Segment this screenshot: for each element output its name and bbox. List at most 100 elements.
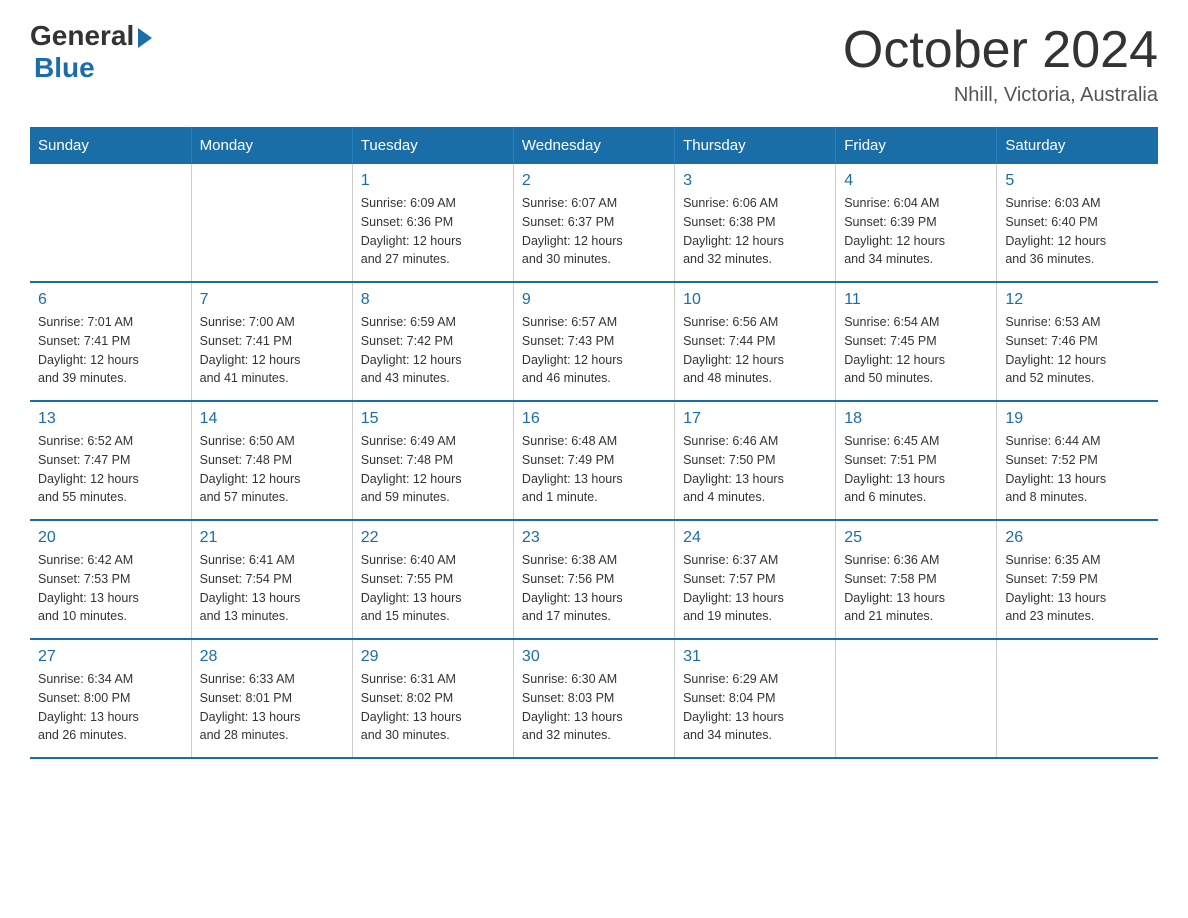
calendar-cell: 19 Sunrise: 6:44 AMSunset: 7:52 PMDayligh… — [997, 401, 1158, 520]
calendar-cell — [191, 164, 352, 282]
day-number: 29 — [361, 648, 505, 666]
calendar-week-1: 1 Sunrise: 6:09 AMSunset: 6:36 PMDaylight… — [30, 164, 1158, 282]
calendar-week-5: 27 Sunrise: 6:34 AMSunset: 8:00 PMDayligh… — [30, 639, 1158, 758]
calendar-cell: 25Sunrise: 6:36 AMSunset: 7:58 PMDayligh… — [836, 520, 997, 639]
calendar-cell: 29 Sunrise: 6:31 AMSunset: 8:02 PMDayligh… — [352, 639, 513, 758]
calendar-cell: 16 Sunrise: 6:48 AMSunset: 7:49 PMDayligh… — [513, 401, 674, 520]
page-subtitle: Nhill, Victoria, Australia — [843, 84, 1158, 107]
day-number: 11 — [844, 291, 988, 309]
day-number: 15 — [361, 410, 505, 428]
title-section: October 2024 Nhill, Victoria, Australia — [843, 20, 1158, 107]
day-info: Sunrise: 6:09 AMSunset: 6:36 PMDaylight:… — [361, 194, 505, 269]
calendar-cell: 2 Sunrise: 6:07 AMSunset: 6:37 PMDaylight… — [513, 164, 674, 282]
day-info: Sunrise: 6:06 AMSunset: 6:38 PMDaylight:… — [683, 194, 827, 269]
day-number: 21 — [200, 529, 344, 547]
day-info: Sunrise: 6:42 AMSunset: 7:53 PMDaylight:… — [38, 551, 183, 626]
day-info: Sunrise: 6:40 AMSunset: 7:55 PMDaylight:… — [361, 551, 505, 626]
logo-blue-text: Blue — [34, 52, 95, 84]
day-number: 26 — [1005, 529, 1150, 547]
logo-general-text: General — [30, 20, 134, 52]
calendar-cell: 21 Sunrise: 6:41 AMSunset: 7:54 PMDayligh… — [191, 520, 352, 639]
day-info: Sunrise: 6:52 AMSunset: 7:47 PMDaylight:… — [38, 432, 183, 507]
calendar-cell: 27 Sunrise: 6:34 AMSunset: 8:00 PMDayligh… — [30, 639, 191, 758]
day-info: Sunrise: 6:54 AMSunset: 7:45 PMDaylight:… — [844, 313, 988, 388]
day-number: 10 — [683, 291, 827, 309]
day-number: 30 — [522, 648, 666, 666]
day-number: 27 — [38, 648, 183, 666]
day-number: 5 — [1005, 172, 1150, 190]
calendar-cell — [30, 164, 191, 282]
calendar-cell: 26Sunrise: 6:35 AMSunset: 7:59 PMDayligh… — [997, 520, 1158, 639]
column-header-tuesday: Tuesday — [352, 127, 513, 164]
day-info: Sunrise: 6:37 AMSunset: 7:57 PMDaylight:… — [683, 551, 827, 626]
day-info: Sunrise: 6:48 AMSunset: 7:49 PMDaylight:… — [522, 432, 666, 507]
page-title: October 2024 — [843, 20, 1158, 80]
calendar-cell: 5 Sunrise: 6:03 AMSunset: 6:40 PMDaylight… — [997, 164, 1158, 282]
day-number: 4 — [844, 172, 988, 190]
day-number: 31 — [683, 648, 827, 666]
column-header-friday: Friday — [836, 127, 997, 164]
day-number: 20 — [38, 529, 183, 547]
day-number: 17 — [683, 410, 827, 428]
calendar-cell: 24 Sunrise: 6:37 AMSunset: 7:57 PMDayligh… — [675, 520, 836, 639]
day-number: 1 — [361, 172, 505, 190]
day-number: 12 — [1005, 291, 1150, 309]
day-info: Sunrise: 6:30 AMSunset: 8:03 PMDaylight:… — [522, 670, 666, 745]
day-info: Sunrise: 6:03 AMSunset: 6:40 PMDaylight:… — [1005, 194, 1150, 269]
column-header-monday: Monday — [191, 127, 352, 164]
day-number: 2 — [522, 172, 666, 190]
page-header: General Blue October 2024 Nhill, Victori… — [30, 20, 1158, 107]
day-info: Sunrise: 6:44 AMSunset: 7:52 PMDaylight:… — [1005, 432, 1150, 507]
calendar-cell — [836, 639, 997, 758]
calendar-cell: 10 Sunrise: 6:56 AMSunset: 7:44 PMDayligh… — [675, 282, 836, 401]
day-number: 14 — [200, 410, 344, 428]
day-number: 28 — [200, 648, 344, 666]
day-info: Sunrise: 6:57 AMSunset: 7:43 PMDaylight:… — [522, 313, 666, 388]
day-number: 22 — [361, 529, 505, 547]
day-number: 18 — [844, 410, 988, 428]
day-number: 9 — [522, 291, 666, 309]
column-header-wednesday: Wednesday — [513, 127, 674, 164]
day-number: 13 — [38, 410, 183, 428]
day-number: 19 — [1005, 410, 1150, 428]
day-info: Sunrise: 6:53 AMSunset: 7:46 PMDaylight:… — [1005, 313, 1150, 388]
calendar-cell: 20 Sunrise: 6:42 AMSunset: 7:53 PMDayligh… — [30, 520, 191, 639]
calendar-cell — [997, 639, 1158, 758]
day-info: Sunrise: 6:41 AMSunset: 7:54 PMDaylight:… — [200, 551, 344, 626]
calendar-cell: 30 Sunrise: 6:30 AMSunset: 8:03 PMDayligh… — [513, 639, 674, 758]
day-number: 25 — [844, 529, 988, 547]
day-info: Sunrise: 6:50 AMSunset: 7:48 PMDaylight:… — [200, 432, 344, 507]
column-header-saturday: Saturday — [997, 127, 1158, 164]
calendar-week-4: 20 Sunrise: 6:42 AMSunset: 7:53 PMDayligh… — [30, 520, 1158, 639]
calendar-cell: 6Sunrise: 7:01 AMSunset: 7:41 PMDaylight… — [30, 282, 191, 401]
day-info: Sunrise: 6:33 AMSunset: 8:01 PMDaylight:… — [200, 670, 344, 745]
day-info: Sunrise: 6:29 AMSunset: 8:04 PMDaylight:… — [683, 670, 827, 745]
logo-arrow-icon — [138, 28, 152, 48]
day-info: Sunrise: 6:31 AMSunset: 8:02 PMDaylight:… — [361, 670, 505, 745]
day-number: 23 — [522, 529, 666, 547]
calendar-cell: 3 Sunrise: 6:06 AMSunset: 6:38 PMDaylight… — [675, 164, 836, 282]
day-number: 16 — [522, 410, 666, 428]
day-info: Sunrise: 6:07 AMSunset: 6:37 PMDaylight:… — [522, 194, 666, 269]
day-info: Sunrise: 6:56 AMSunset: 7:44 PMDaylight:… — [683, 313, 827, 388]
logo: General Blue — [30, 20, 152, 84]
day-number: 8 — [361, 291, 505, 309]
calendar-cell: 7Sunrise: 7:00 AMSunset: 7:41 PMDaylight… — [191, 282, 352, 401]
calendar-cell: 28 Sunrise: 6:33 AMSunset: 8:01 PMDayligh… — [191, 639, 352, 758]
day-number: 3 — [683, 172, 827, 190]
calendar-cell: 23 Sunrise: 6:38 AMSunset: 7:56 PMDayligh… — [513, 520, 674, 639]
day-number: 24 — [683, 529, 827, 547]
calendar-header-row: SundayMondayTuesdayWednesdayThursdayFrid… — [30, 127, 1158, 164]
day-info: Sunrise: 6:46 AMSunset: 7:50 PMDaylight:… — [683, 432, 827, 507]
calendar-cell: 8 Sunrise: 6:59 AMSunset: 7:42 PMDaylight… — [352, 282, 513, 401]
day-info: Sunrise: 6:59 AMSunset: 7:42 PMDaylight:… — [361, 313, 505, 388]
calendar-cell: 17 Sunrise: 6:46 AMSunset: 7:50 PMDayligh… — [675, 401, 836, 520]
calendar-cell: 12 Sunrise: 6:53 AMSunset: 7:46 PMDayligh… — [997, 282, 1158, 401]
calendar-week-2: 6Sunrise: 7:01 AMSunset: 7:41 PMDaylight… — [30, 282, 1158, 401]
day-info: Sunrise: 6:38 AMSunset: 7:56 PMDaylight:… — [522, 551, 666, 626]
day-number: 6 — [38, 291, 183, 309]
calendar-cell: 13 Sunrise: 6:52 AMSunset: 7:47 PMDayligh… — [30, 401, 191, 520]
day-info: Sunrise: 6:34 AMSunset: 8:00 PMDaylight:… — [38, 670, 183, 745]
calendar-cell: 1 Sunrise: 6:09 AMSunset: 6:36 PMDaylight… — [352, 164, 513, 282]
day-info: Sunrise: 6:45 AMSunset: 7:51 PMDaylight:… — [844, 432, 988, 507]
